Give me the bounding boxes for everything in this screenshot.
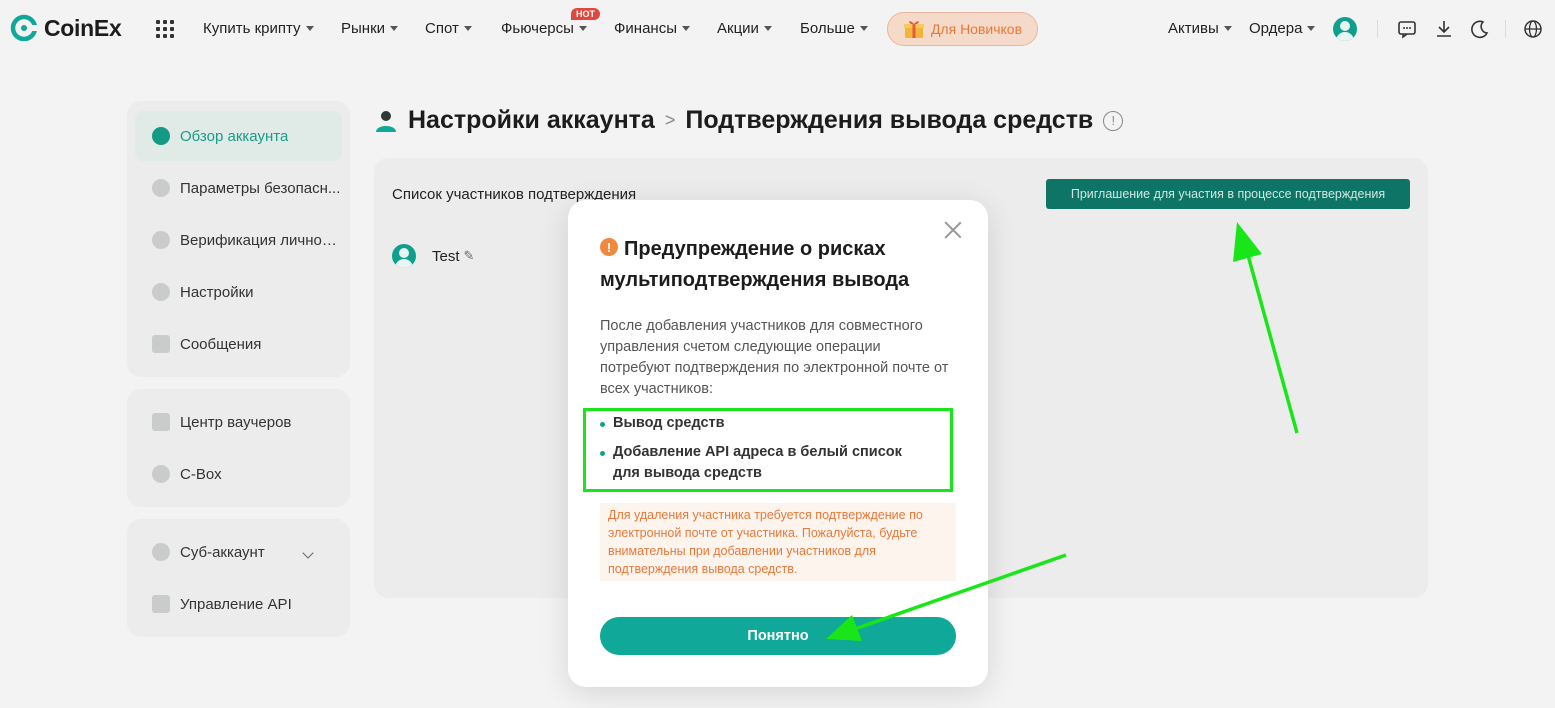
sidebar-item-label: Параметры безопасн...: [180, 179, 341, 197]
nav-label: Акции: [717, 20, 759, 37]
list-item: Вывод средств: [600, 413, 930, 434]
globe-icon[interactable]: [1523, 19, 1543, 39]
sidebar-group-advanced: Суб-аккаунт Управление API: [127, 519, 350, 637]
hot-badge: HOT: [571, 8, 600, 20]
sidebar-item-account-overview[interactable]: Обзор аккаунта: [135, 111, 342, 161]
gift-icon: [903, 21, 924, 38]
nav-buy-crypto[interactable]: Купить крипту: [203, 20, 314, 37]
close-icon[interactable]: [944, 221, 962, 239]
info-icon[interactable]: !: [1103, 110, 1124, 131]
id-icon: [152, 231, 170, 249]
sidebar-item-label: Управление API: [180, 595, 292, 613]
list-item: Test ✎: [392, 244, 474, 268]
nav-label: Фьючерсы: [501, 20, 574, 37]
sidebar-group-account: Обзор аккаунта Параметры безопасн... Вер…: [127, 101, 350, 377]
nav-assets[interactable]: Активы: [1168, 20, 1232, 37]
breadcrumb: Настройки аккаунта > Подтверждения вывод…: [374, 106, 1124, 135]
caret-down-icon: [1223, 26, 1232, 31]
nav-stocks[interactable]: Акции: [717, 20, 772, 37]
breadcrumb-root[interactable]: Настройки аккаунта: [408, 106, 655, 135]
sidebar-item-label: C-Box: [180, 465, 222, 483]
avatar: [392, 244, 416, 268]
modal-title: Предупреждение о рисках мультиподтвержде…: [600, 238, 910, 291]
sidebar-item-settings[interactable]: Настройки: [135, 267, 342, 317]
nav-orders[interactable]: Ордера: [1249, 20, 1316, 37]
modal-description: После добавления участников для совместн…: [600, 318, 949, 397]
breadcrumb-separator: >: [664, 110, 676, 130]
caret-down-icon: [305, 26, 314, 31]
chat-icon[interactable]: [1397, 19, 1417, 39]
user-avatar[interactable]: [1333, 17, 1357, 41]
understood-button[interactable]: Понятно: [600, 617, 956, 655]
logo-text: CoinEx: [44, 14, 122, 41]
page-title: Подтверждения вывода средств: [685, 106, 1094, 134]
member-name: Test: [432, 247, 460, 265]
edit-icon[interactable]: ✎: [464, 248, 475, 264]
coinex-logo-icon: [10, 14, 38, 42]
nav-futures[interactable]: Фьючерсы: [501, 20, 587, 37]
sidebar-item-cbox[interactable]: C-Box: [135, 449, 342, 499]
apps-grid-icon[interactable]: [156, 20, 174, 38]
nav-label: Активы: [1168, 20, 1219, 37]
nav-label: Финансы: [614, 20, 677, 37]
nav-label: Больше: [800, 20, 855, 37]
sidebar-item-label: Обзор аккаунта: [180, 127, 289, 145]
sidebar-item-messages[interactable]: Сообщения: [135, 319, 342, 369]
nav-label: Купить крипту: [203, 20, 301, 37]
message-icon: [152, 335, 170, 353]
voucher-icon: [152, 413, 170, 431]
divider: [1377, 20, 1378, 38]
caret-down-icon: [1307, 26, 1316, 31]
sidebar-item-label: Верификация личности: [180, 231, 342, 249]
caret-down-icon: [681, 26, 690, 31]
sidebar-group-rewards: Центр ваучеров C-Box: [127, 389, 350, 507]
sidebar-item-api[interactable]: Управление API: [135, 579, 342, 629]
coinex-logo[interactable]: CoinEx: [10, 14, 122, 42]
nav-more[interactable]: Больше: [800, 20, 868, 37]
caret-down-icon: [463, 26, 472, 31]
download-icon[interactable]: [1434, 19, 1454, 39]
sidebar-item-verification[interactable]: Верификация личности: [135, 215, 342, 265]
risk-warning-modal: ! Предупреждение о рисках мультиподтверж…: [568, 200, 988, 687]
api-icon: [152, 595, 170, 613]
list-item: Добавление API адреса в белый список для…: [600, 442, 930, 484]
invite-approver-button[interactable]: Приглашение для участия в процессе подтв…: [1046, 179, 1410, 209]
caret-down-icon: [763, 26, 772, 31]
shield-icon: [152, 179, 170, 197]
sidebar-item-label: Настройки: [180, 283, 254, 301]
gear-icon: [152, 283, 170, 301]
sidebar-item-label: Сообщения: [180, 335, 262, 353]
nav-label: Рынки: [341, 20, 386, 37]
nav-label: Спот: [425, 20, 459, 37]
divider: [1505, 20, 1506, 38]
sidebar-item-security[interactable]: Параметры безопасн...: [135, 163, 342, 213]
pie-chart-icon: [152, 127, 170, 145]
caret-down-icon: [390, 26, 399, 31]
caret-down-icon: [578, 26, 587, 31]
deletion-notice: Для удаления участника требуется подтвер…: [600, 503, 956, 581]
sidebar-item-label: Центр ваучеров: [180, 413, 292, 431]
nav-markets[interactable]: Рынки: [341, 20, 399, 37]
nav-finance[interactable]: Финансы: [614, 20, 690, 37]
sidebar-item-label: Суб-аккаунт: [180, 543, 265, 561]
sidebar-item-sub-account[interactable]: Суб-аккаунт: [135, 527, 342, 577]
newbie-label: Для Новичков: [930, 21, 1023, 37]
box-icon: [152, 465, 170, 483]
nav-label: Ордера: [1249, 20, 1303, 37]
caret-down-icon: [859, 26, 868, 31]
chevron-down-icon: [302, 547, 314, 559]
top-navbar: CoinEx Купить крипту Рынки Спот Фьючерсы…: [0, 0, 1555, 58]
sidebar-item-vouchers[interactable]: Центр ваучеров: [135, 397, 342, 447]
user-settings-icon: [376, 110, 396, 132]
nav-spot[interactable]: Спот: [425, 20, 472, 37]
moon-icon[interactable]: [1470, 19, 1490, 39]
newbie-button[interactable]: Для Новичков: [887, 12, 1038, 46]
sub-account-icon: [152, 543, 170, 561]
